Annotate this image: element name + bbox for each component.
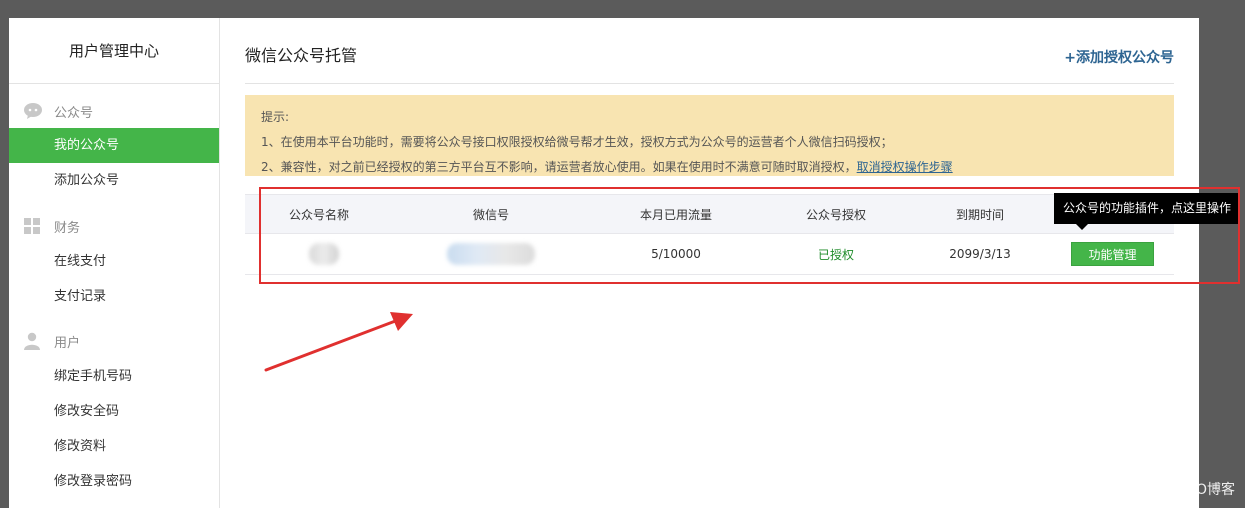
action-tooltip: 公众号的功能插件，点这里操作 [1054,193,1238,230]
cell-account-name [245,234,393,274]
sidebar-item-my-accounts[interactable]: 我的公众号 [9,128,219,163]
notice-line-1: 1、在使用本平台功能时，需要将公众号接口权限授权给微号帮才生效，授权方式为公众号… [261,135,893,149]
sidebar-section-label: 财务 [54,221,81,236]
table-header: 公众号名称 微信号 本月已用流量 公众号授权 到期时间 操作 [245,194,1174,234]
sidebar-title: 用户管理中心 [68,42,159,60]
add-authorized-account-link[interactable]: +添加授权公众号 [1064,47,1174,67]
sidebar-item-add-account[interactable]: 添加公众号 [9,163,219,198]
function-manage-button[interactable]: 功能管理 [1071,242,1154,266]
grid-icon [23,217,43,235]
cell-auth-status: 已授权 [817,247,854,262]
app-window: 用户管理中心 公众号 我的公众号 添加公众号 财务 在线支付 支付记录 用户 绑 [9,18,1199,508]
cell-wechat-id [393,234,589,274]
sidebar: 用户管理中心 公众号 我的公众号 添加公众号 财务 在线支付 支付记录 用户 绑 [9,18,220,508]
column-header-wechat-id: 微信号 [472,207,509,222]
sidebar-section-official-accounts: 公众号 [9,98,219,124]
redacted-wechat-id [447,243,535,265]
notice-box: 提示: 1、在使用本平台功能时，需要将公众号接口权限授权给微号帮才生效，授权方式… [245,95,1174,176]
column-header-expire: 到期时间 [955,207,1004,222]
column-header-auth: 公众号授权 [805,207,866,222]
sidebar-item-security-code[interactable]: 修改安全码 [9,394,219,429]
sidebar-item-payment-records[interactable]: 支付记录 [9,279,219,314]
table-row: 5/10000 已授权 2099/3/13 功能管理 [245,234,1174,275]
column-header-traffic: 本月已用流量 [639,207,712,222]
sidebar-item-online-payment[interactable]: 在线支付 [9,244,219,279]
page-title: 微信公众号托管 [245,46,358,65]
sidebar-item-edit-profile[interactable]: 修改资料 [9,429,219,464]
user-icon [23,332,43,350]
cell-action: 功能管理 [1051,234,1174,274]
sidebar-section-label: 公众号 [54,106,94,121]
notice-heading: 提示: [261,110,290,124]
sidebar-section-user: 用户 [9,328,219,354]
redacted-name [309,243,339,265]
sidebar-section-finance: 财务 [9,213,219,239]
accounts-table: 公众号名称 微信号 本月已用流量 公众号授权 到期时间 操作 5/10000 已… [245,194,1174,275]
cell-traffic: 5/10000 [651,247,701,261]
watermark: @51CTO博客 [1145,482,1235,498]
notice-line-2-text: 2、兼容性，对之前已经授权的第三方平台互不影响，请运营者放心使用。如果在使用时不… [261,160,857,174]
main-content: 微信公众号托管 +添加授权公众号 提示: 1、在使用本平台功能时，需要将公众号接… [220,18,1199,508]
cancel-auth-steps-link[interactable]: 取消授权操作步骤 [857,160,953,174]
sidebar-section-label: 用户 [54,336,81,351]
chat-icon [23,102,43,120]
column-header-name: 公众号名称 [288,207,349,222]
cell-expire-date: 2099/3/13 [949,247,1011,261]
notice-line-2: 2、兼容性，对之前已经授权的第三方平台互不影响，请运营者放心使用。如果在使用时不… [261,155,1158,180]
sidebar-item-bind-phone[interactable]: 绑定手机号码 [9,359,219,394]
sidebar-divider [9,83,219,84]
sidebar-item-change-password[interactable]: 修改登录密码 [9,464,219,499]
title-divider [245,83,1174,84]
